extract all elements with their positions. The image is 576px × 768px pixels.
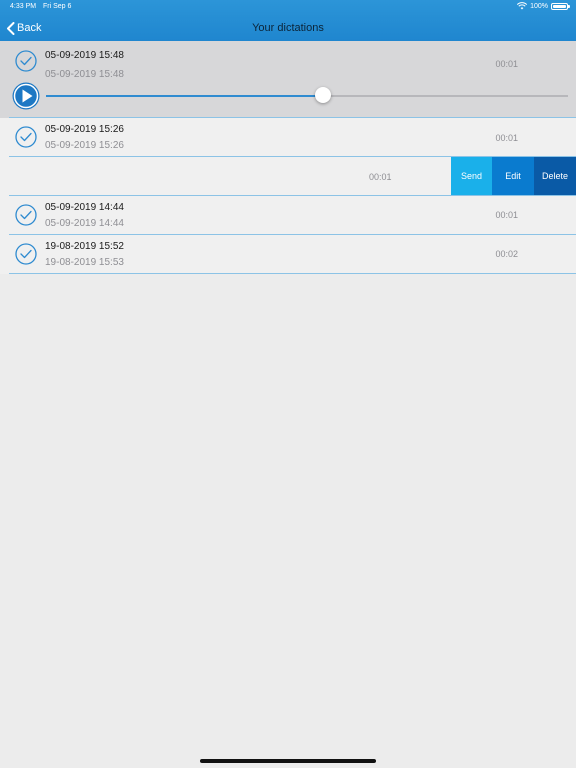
battery-icon xyxy=(551,2,570,10)
dictation-title: 05-09-2019 15:26 xyxy=(45,124,124,135)
checkmark-circle-icon xyxy=(15,126,37,148)
dictation-title: 19-08-2019 15:52 xyxy=(45,241,124,252)
dictation-list: 05-09-2019 15:48 05-09-2019 15:48 00:01 … xyxy=(0,41,576,274)
dictation-row[interactable]: 05-09-2019 15:48 05-09-2019 15:48 00:01 xyxy=(0,41,576,118)
playback-progress xyxy=(46,95,323,97)
dictation-duration: 00:01 xyxy=(495,133,518,143)
dictation-subtitle: 19-08-2019 15:53 xyxy=(45,257,124,268)
status-time: 4:33 PM xyxy=(10,3,37,10)
status-indicators: 100% xyxy=(517,2,570,10)
page-title: Your dictations xyxy=(252,22,324,34)
dictation-title: 05-09-2019 15:48 xyxy=(45,50,124,61)
battery-percent: 100% xyxy=(530,2,548,10)
home-indicator[interactable] xyxy=(200,759,376,763)
dictation-row[interactable]: 05-09-2019 15:26 05-09-2019 15:26 00:01 xyxy=(0,118,576,157)
status-date: Fri Sep 6 xyxy=(43,3,72,10)
navigation-bar: 4:33 PM Fri Sep 6 100% Back Your dictati… xyxy=(0,0,576,41)
dictation-row[interactable]: 19-08-2019 15:52 19-08-2019 15:53 00:02 xyxy=(0,235,576,274)
wifi-icon xyxy=(517,2,528,10)
edit-button[interactable]: Edit xyxy=(492,157,534,195)
dictation-subtitle: 05-09-2019 14:44 xyxy=(45,218,124,229)
dictation-duration: 00:01 xyxy=(495,59,518,69)
dictation-row-swiped[interactable]: 00:01 Send Edit Delete xyxy=(0,157,576,196)
row-separator xyxy=(9,273,576,274)
delete-button[interactable]: Delete xyxy=(534,157,576,195)
dictation-subtitle: 05-09-2019 15:48 xyxy=(45,69,124,80)
playback-slider-thumb[interactable] xyxy=(314,87,331,103)
playback-slider[interactable] xyxy=(46,87,568,103)
dictation-duration: 00:01 xyxy=(369,172,392,182)
dictation-title: 05-09-2019 14:44 xyxy=(45,202,124,213)
play-button[interactable] xyxy=(12,82,40,110)
checkmark-circle-icon xyxy=(15,50,37,72)
dictation-duration: 00:01 xyxy=(495,210,518,220)
checkmark-circle-icon xyxy=(15,204,37,226)
checkmark-circle-icon xyxy=(15,243,37,265)
dictation-row[interactable]: 05-09-2019 14:44 05-09-2019 14:44 00:01 xyxy=(0,196,576,235)
send-button[interactable]: Send xyxy=(451,157,492,195)
dictation-subtitle: 05-09-2019 15:26 xyxy=(45,140,124,151)
dictation-duration: 00:02 xyxy=(495,249,518,259)
